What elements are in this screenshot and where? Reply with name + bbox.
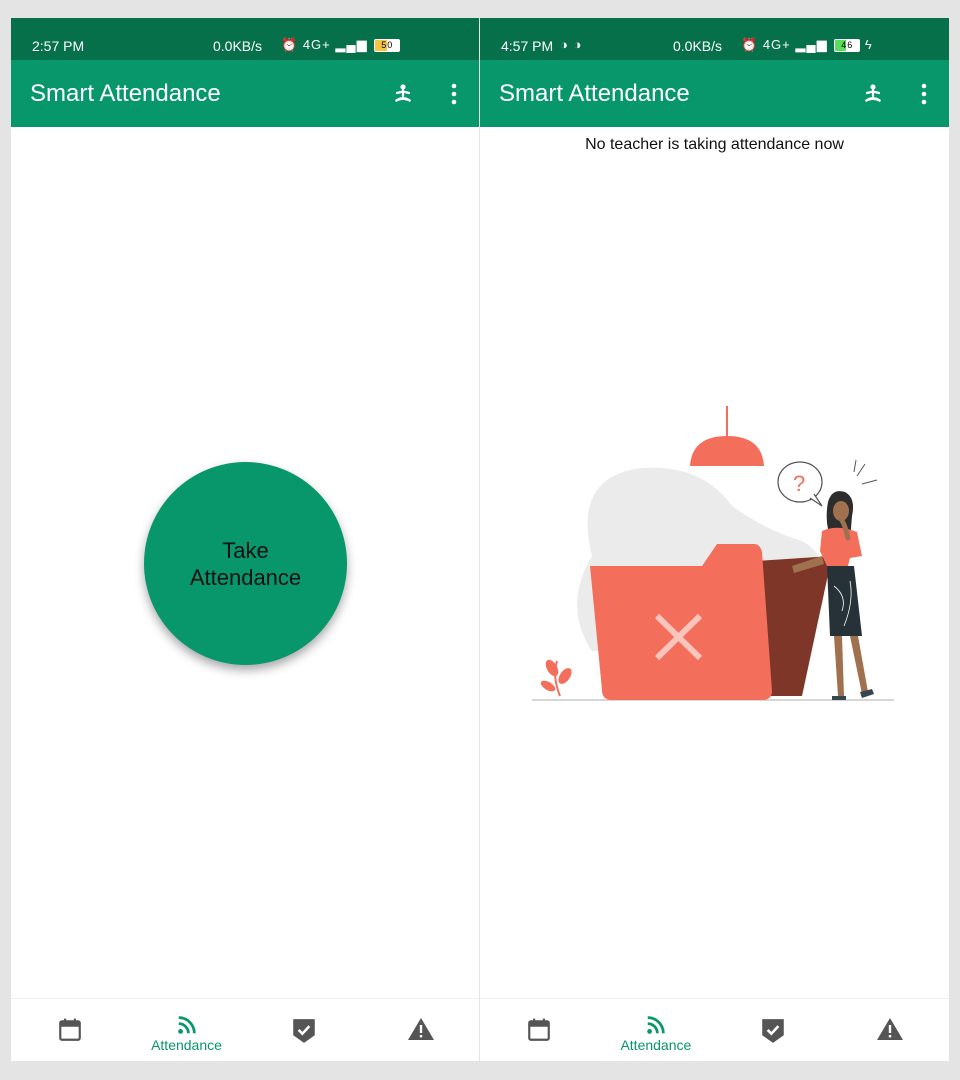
empty-folder-illustration: ? [532,406,894,701]
app-title: Smart Attendance [30,80,221,107]
signal-type: 4G+ [762,37,791,52]
battery-icon: 46 [834,39,861,53]
more-vert-icon[interactable] [919,82,929,106]
status-net-speed: 0.0KB/s [673,38,723,54]
alarm-icon: ⏰ [281,37,299,52]
nav-item-calendar[interactable] [480,999,597,1061]
calendar-icon [58,1018,81,1041]
nav-item-calendar[interactable] [11,999,128,1061]
signal-type: 4G+ [302,37,331,52]
main-content: Take Attendance [11,127,479,999]
charging-icon: ϟ [864,37,873,52]
calendar-icon [527,1018,550,1041]
alarm-icon: ⏰ [741,37,759,52]
app-bar: Smart Attendance [11,60,479,127]
meditation-icon[interactable] [861,82,885,106]
app-title: Smart Attendance [499,80,690,107]
rss-feed-icon [647,1016,665,1034]
meditation-icon[interactable] [391,82,415,106]
nav-item-verified[interactable] [245,999,362,1061]
warning-icon [407,1018,434,1040]
nav-item-attendance[interactable]: Attendance [128,999,245,1061]
right-phone-screen: 4:57 PM ◑ ◑ 0.0KB/s ⏰ 4G+ ▂▄▆ 46 ϟ Smart… [480,18,949,1061]
more-vert-icon[interactable] [449,82,459,106]
status-time: 4:57 PM [501,38,554,54]
question-mark: ? [793,471,805,496]
verified-check-icon [762,1019,784,1043]
signal-icon: ▂▄▆ [335,37,368,52]
nav-label-attendance: Attendance [620,1037,692,1053]
warning-icon [877,1018,904,1040]
bottom-navigation: Attendance [480,998,949,1061]
verified-check-icon [292,1019,315,1043]
status-notification-icons: ◑ ◑ [560,37,582,52]
signal-icon: ▂▄▆ [795,37,828,52]
main-content: No teacher is taking attendance now ? [480,127,949,999]
status-bar: 4:57 PM ◑ ◑ 0.0KB/s ⏰ 4G+ ▂▄▆ 46 ϟ [480,18,949,60]
status-time: 2:57 PM [32,38,85,54]
notification-icon: ◑ ◑ [560,37,583,52]
no-attendance-notice: No teacher is taking attendance now [585,136,844,153]
nav-label-attendance: Attendance [151,1037,222,1053]
status-net-speed: 0.0KB/s [213,38,263,54]
rss-feed-icon [177,1016,196,1034]
nav-item-warning[interactable] [362,999,479,1061]
status-bar: 2:57 PM 0.0KB/s ⏰ 4G+ ▂▄▆ 50 [11,18,479,60]
nav-item-warning[interactable] [832,999,949,1061]
left-phone-screen: 2:57 PM 0.0KB/s ⏰ 4G+ ▂▄▆ 50 Smart Atten… [11,18,479,1061]
status-icons: ⏰ 4G+ ▂▄▆ 50 [281,37,401,53]
bottom-navigation: Attendance [11,998,479,1061]
battery-icon: 50 [374,39,401,53]
nav-item-verified[interactable] [715,999,832,1061]
app-bar: Smart Attendance [480,60,949,127]
status-icons: ⏰ 4G+ ▂▄▆ 46 ϟ [741,37,873,53]
take-attendance-button[interactable]: Take Attendance [144,462,347,665]
nav-item-attendance[interactable]: Attendance [597,999,714,1061]
